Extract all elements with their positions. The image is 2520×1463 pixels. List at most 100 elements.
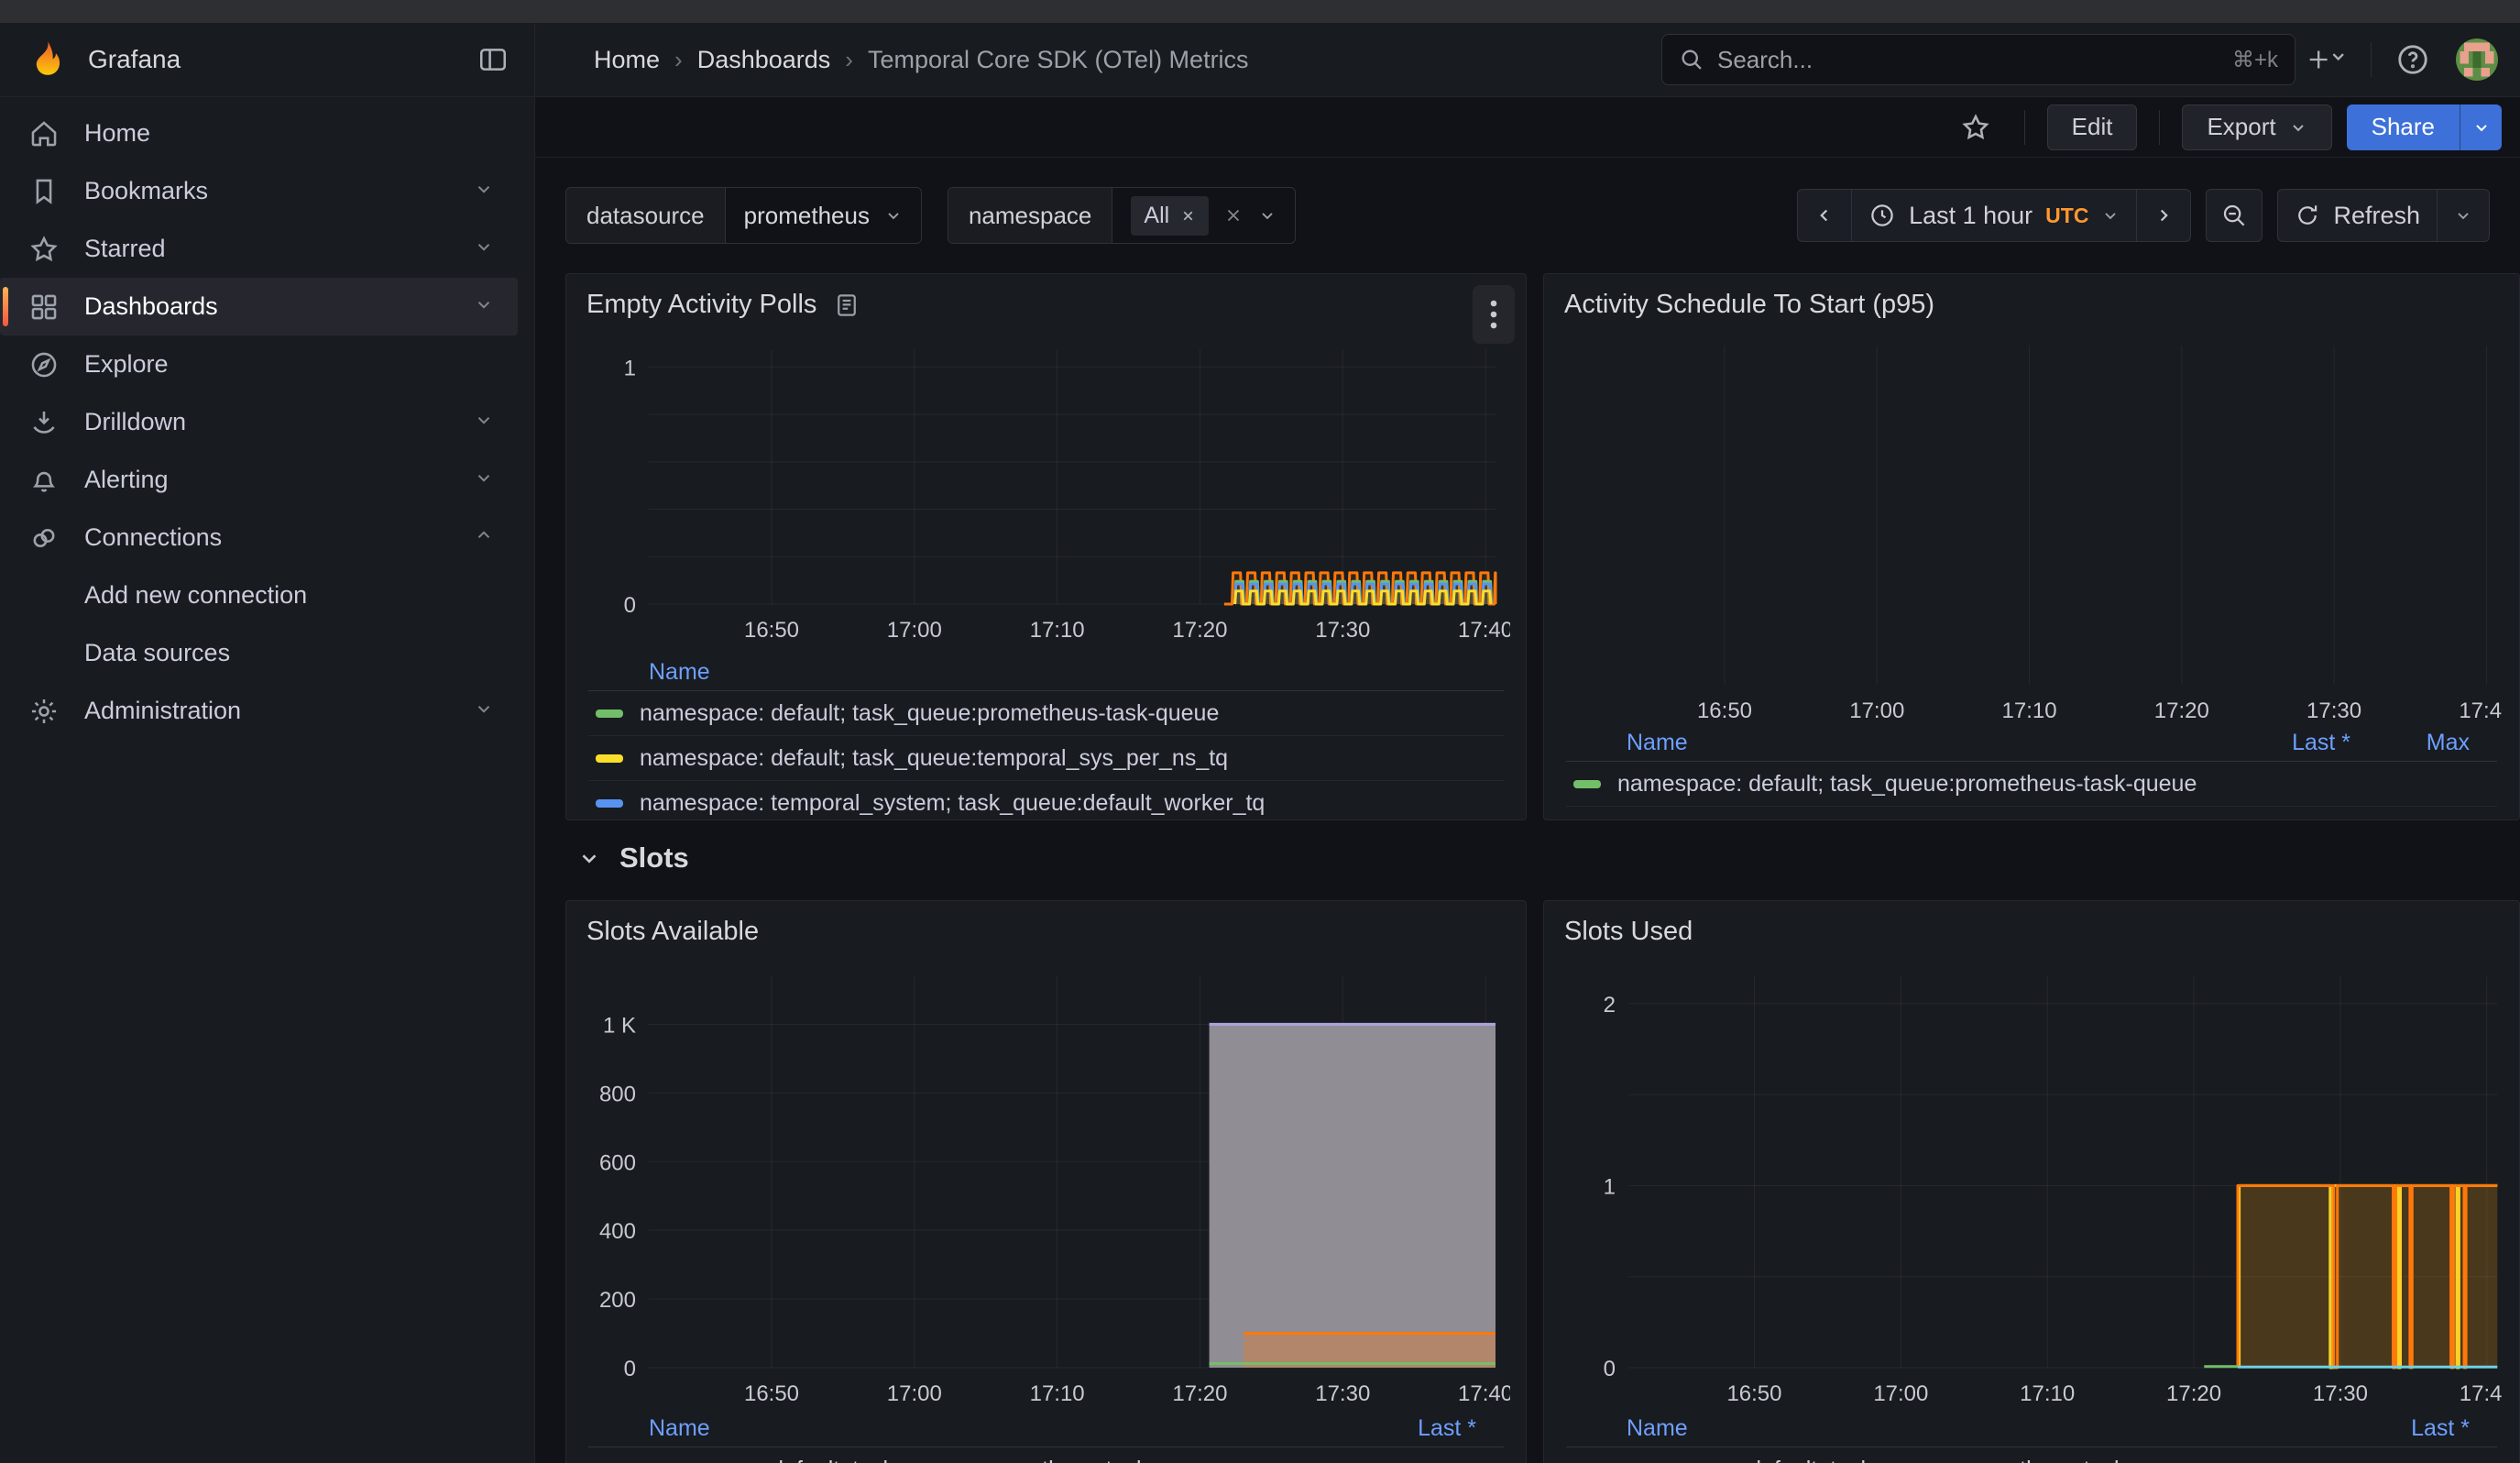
legend-col-name[interactable]: Name <box>649 1415 710 1442</box>
bookmark-icon <box>27 176 60 207</box>
svg-text:17:10: 17:10 <box>1030 618 1085 641</box>
empty-activity-polls-chart[interactable]: 0116:5017:0017:1017:2017:3017:40 <box>585 333 1510 641</box>
chevron-down-icon <box>474 292 494 321</box>
slots-available-chart[interactable]: 02004006008001 K16:5017:0017:1017:2017:3… <box>585 956 1510 1401</box>
legend-col-last[interactable]: Last * <box>2186 730 2350 756</box>
dock-sidebar-icon[interactable] <box>477 44 509 75</box>
legend-header: Name Last * Max <box>1566 725 2497 762</box>
legend-col-name[interactable]: Name <box>1627 1415 1688 1442</box>
legend-col-max[interactable]: Max <box>2350 730 2470 756</box>
legend-row: namespace: default; task_queue:prometheu… <box>588 1447 1504 1463</box>
connections-icon <box>27 522 60 554</box>
legend: Name Last * namespace: default; task_que… <box>1566 1411 2497 1463</box>
legend-row: namespace: default; task_queue:temporal_… <box>588 736 1504 781</box>
svg-text:17:00: 17:00 <box>1849 698 1904 721</box>
sidebar-item-explore[interactable]: Explore <box>0 336 518 393</box>
brand-name: Grafana <box>88 45 181 74</box>
svg-text:17:30: 17:30 <box>2313 1381 2368 1401</box>
svg-text:17:20: 17:20 <box>1172 618 1227 641</box>
description-icon[interactable] <box>833 292 860 319</box>
svg-text:0: 0 <box>624 593 636 618</box>
activity-schedule-chart[interactable]: 16:5017:0017:1017:2017:3017:40 <box>1562 327 2503 721</box>
panel-slots-used: Slots Used 01216:5017:0017:1017:2017:301… <box>1543 900 2520 1463</box>
series-swatch <box>596 754 623 763</box>
svg-text:17:00: 17:00 <box>1873 1381 1928 1401</box>
chevron-down-icon <box>474 697 494 725</box>
drilldown-icon <box>27 407 60 438</box>
svg-text:200: 200 <box>599 1288 636 1313</box>
legend-col-last[interactable]: Last * <box>1311 1415 1476 1442</box>
chevron-down-icon <box>474 408 494 436</box>
compass-icon <box>27 349 60 380</box>
chevron-down-icon <box>474 235 494 263</box>
home-icon <box>27 118 60 149</box>
sidebar-item-connections[interactable]: Connections <box>0 509 518 566</box>
svg-text:17:30: 17:30 <box>1315 618 1370 641</box>
series-label[interactable]: namespace: default; task_queue:prometheu… <box>1617 771 2197 798</box>
svg-text:17:40: 17:40 <box>1458 618 1510 641</box>
legend-row: namespace: temporal_system; task_queue:d… <box>588 781 1504 820</box>
sidebar-item-label: Connections <box>84 523 222 552</box>
svg-text:17:30: 17:30 <box>2306 698 2361 721</box>
svg-text:17:40: 17:40 <box>1458 1381 1510 1401</box>
sidebar-item-label: Administration <box>84 697 241 725</box>
svg-text:17:20: 17:20 <box>2166 1381 2221 1401</box>
legend-row: namespace: default; task_queue:prometheu… <box>1566 1447 2497 1463</box>
dashboard-canvas: Empty Activity Polls 0116:5017:0017:1017… <box>535 0 2520 1463</box>
sidebar-item-bookmarks[interactable]: Bookmarks <box>0 162 518 220</box>
svg-text:16:50: 16:50 <box>1726 1381 1781 1401</box>
sidebar-item-label: Explore <box>84 350 169 379</box>
legend-col-name[interactable]: Name <box>649 659 710 686</box>
sidebar-item-drilldown[interactable]: Drilldown <box>0 393 518 451</box>
series-label[interactable]: namespace: default; task_queue:prometheu… <box>640 1457 1219 1463</box>
panel-slots-available: Slots Available 02004006008001 K16:5017:… <box>565 900 1527 1463</box>
svg-text:17:10: 17:10 <box>1030 1381 1085 1401</box>
sidebar-item-dashboards[interactable]: Dashboards <box>0 278 518 336</box>
sidebar-item-label: Alerting <box>84 466 169 494</box>
sidebar-item-starred[interactable]: Starred <box>0 220 518 278</box>
sidebar-item-label: Dashboards <box>84 292 218 321</box>
panel-header[interactable]: Empty Activity Polls <box>566 274 1526 336</box>
series-label[interactable]: namespace: default; task_queue:prometheu… <box>640 700 1219 727</box>
series-label[interactable]: namespace: temporal_system; task_queue:d… <box>640 790 1265 817</box>
svg-text:17:20: 17:20 <box>1172 1381 1227 1401</box>
slots_available-svg: 02004006008001 K16:5017:0017:1017:2017:3… <box>585 956 1510 1401</box>
legend-col-last[interactable]: Last * <box>2305 1415 2470 1442</box>
svg-text:0: 0 <box>1604 1357 1616 1381</box>
svg-text:17:10: 17:10 <box>2020 1381 2075 1401</box>
sidebar-item-administration[interactable]: Administration <box>0 682 518 740</box>
panel-title: Activity Schedule To Start (p95) <box>1564 290 1934 320</box>
panel-header[interactable]: Slots Available <box>566 901 1526 962</box>
svg-text:1 K: 1 K <box>603 1013 636 1038</box>
svg-text:16:50: 16:50 <box>744 1381 799 1401</box>
slots-used-chart[interactable]: 01216:5017:0017:1017:2017:3017:40 <box>1562 956 2503 1401</box>
series-label[interactable]: namespace: default; task_queue:temporal_… <box>640 745 1228 772</box>
row-section-slots[interactable]: Slots <box>577 842 689 874</box>
panel-header[interactable]: Activity Schedule To Start (p95) <box>1544 274 2519 336</box>
grid-icon <box>27 292 60 323</box>
sidebar-item-data-sources[interactable]: Data sources <box>0 624 518 682</box>
sidebar-item-label: Drilldown <box>84 408 186 436</box>
legend-header: Name <box>588 654 1504 691</box>
chevron-down-icon <box>577 846 601 870</box>
chevron-down-icon <box>474 466 494 494</box>
grafana-logo-icon[interactable] <box>26 39 66 80</box>
panel-title: Slots Used <box>1564 917 1693 947</box>
svg-text:17:40: 17:40 <box>2460 1381 2503 1401</box>
svg-text:16:50: 16:50 <box>744 618 799 641</box>
svg-text:17:00: 17:00 <box>887 618 942 641</box>
sidebar-item-label: Add new connection <box>84 581 307 610</box>
legend-col-name[interactable]: Name <box>1627 730 1688 756</box>
sidebar-item-add-new-connection[interactable]: Add new connection <box>0 566 518 624</box>
sidebar-item-home[interactable]: Home <box>0 104 518 162</box>
sidebar-item-label: Starred <box>84 235 166 263</box>
gear-icon <box>27 696 60 727</box>
svg-text:17:30: 17:30 <box>1315 1381 1370 1401</box>
series-swatch <box>596 799 623 808</box>
series-swatch <box>596 710 623 718</box>
svg-text:600: 600 <box>599 1150 636 1175</box>
sidebar-item-alerting[interactable]: Alerting <box>0 451 518 509</box>
panel-header[interactable]: Slots Used <box>1544 901 2519 962</box>
series-label[interactable]: namespace: default; task_queue:prometheu… <box>1617 1457 2197 1463</box>
panel-title: Slots Available <box>586 917 759 947</box>
